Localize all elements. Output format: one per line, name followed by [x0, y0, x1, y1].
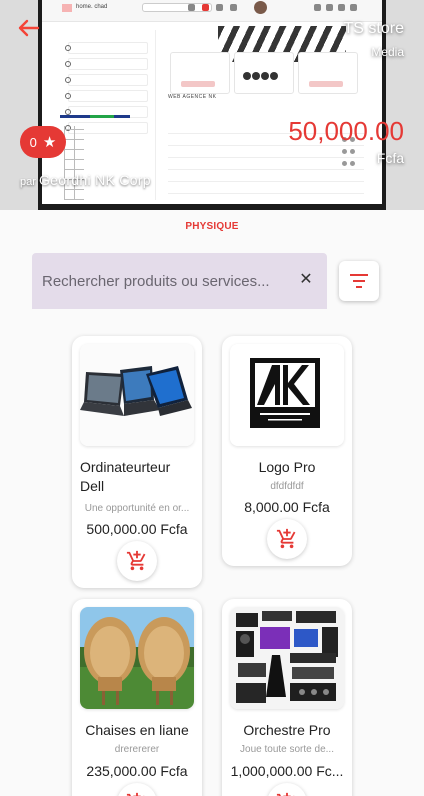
add-shopping-cart-icon	[276, 528, 296, 549]
back-button[interactable]	[16, 18, 40, 38]
product-name: Logo Pro	[258, 459, 316, 475]
add-to-cart-button[interactable]	[117, 541, 157, 581]
owner-line: par Geordhi NK Corp	[20, 172, 151, 188]
product-description: dfdfdfdf	[270, 481, 304, 492]
category-label: PHYSIQUE	[185, 221, 239, 232]
product-description: Une opportunité en or...	[84, 503, 190, 514]
store-currency: Fcfa	[376, 150, 404, 166]
product-card[interactable]: Ordinateurteur Dell Une opportunité en o…	[72, 336, 202, 588]
product-price: 1,000,000.00 Fc...	[230, 763, 344, 779]
product-card[interactable]: Chaises en liane drerererer 235,000.00 F…	[72, 599, 202, 796]
store-banner: home. chad WEB AGENCE NK TS store Media …	[0, 0, 424, 210]
product-price: 500,000.00 Fcfa	[86, 521, 188, 537]
close-icon: ✕	[299, 271, 313, 288]
star-icon: ★	[42, 134, 57, 151]
store-name: TS store	[343, 20, 404, 37]
product-card[interactable]: Orchestre Pro Joue toute sorte de... 1,0…	[222, 599, 352, 796]
product-name: Orchestre Pro	[243, 722, 331, 738]
arrow-left-icon	[18, 19, 40, 37]
rating-badge: 0 ★	[20, 126, 66, 158]
add-shopping-cart-icon	[126, 792, 145, 796]
product-image	[230, 607, 344, 709]
product-name: Ordinateurteur Dell	[80, 459, 171, 494]
store-page: home. chad WEB AGENCE NK TS store Media …	[0, 0, 424, 796]
banner-web-label: WEB AGENCE NK	[168, 94, 217, 100]
product-price: 8,000.00 Fcfa	[244, 499, 330, 515]
search-box: ✕	[32, 253, 327, 309]
search-input[interactable]	[42, 267, 294, 295]
add-to-cart-button[interactable]	[267, 519, 307, 559]
product-name: Chaises en liane	[85, 722, 189, 738]
rating-value: 0	[29, 134, 37, 150]
filter-button[interactable]	[339, 261, 379, 301]
product-image	[230, 344, 344, 446]
add-shopping-cart-icon	[126, 550, 146, 571]
store-type: Media	[371, 45, 404, 59]
owner-name: Geordhi NK Corp	[38, 172, 151, 188]
product-image	[80, 344, 194, 446]
clear-search-button[interactable]: ✕	[297, 271, 315, 289]
product-image	[80, 607, 194, 709]
product-price: 235,000.00 Fcfa	[86, 763, 188, 779]
product-card[interactable]: Logo Pro dfdfdfdf 8,000.00 Fcfa	[222, 336, 352, 566]
owner-prefix: par	[20, 176, 36, 188]
store-price: 50,000.00	[288, 116, 404, 146]
add-to-cart-button[interactable]	[267, 783, 307, 796]
add-shopping-cart-icon	[276, 792, 295, 796]
product-description: Joue toute sorte de...	[240, 744, 334, 755]
product-description: drerererer	[114, 744, 160, 755]
add-to-cart-button[interactable]	[117, 783, 157, 796]
